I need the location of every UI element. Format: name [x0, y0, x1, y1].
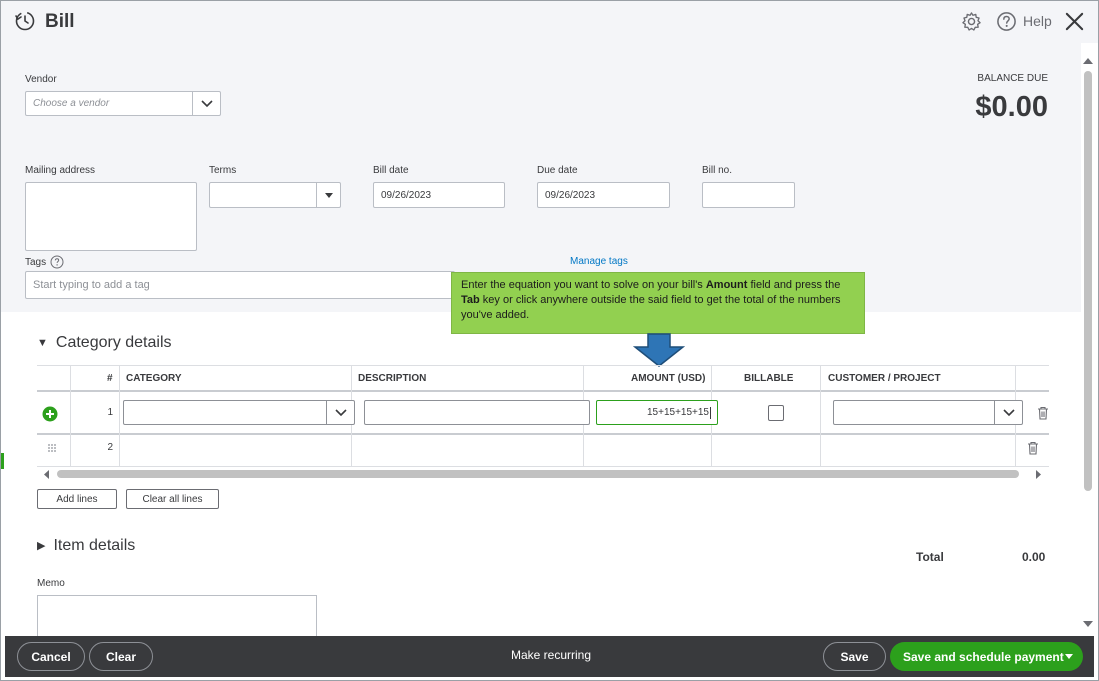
text-cursor — [710, 406, 711, 419]
callout-text-1: Enter the equation you want to solve on … — [461, 279, 706, 291]
scroll-left-icon[interactable] — [43, 470, 51, 479]
terms-label: Terms — [209, 165, 237, 176]
add-row-icon[interactable] — [42, 406, 58, 422]
collapse-triangle-icon: ▼ — [37, 337, 48, 349]
terms-select[interactable] — [209, 182, 341, 208]
row-number: 1 — [107, 407, 113, 418]
chevron-down-icon — [1002, 408, 1015, 416]
total-value: 0.00 — [1022, 550, 1046, 564]
scroll-up-icon[interactable] — [1083, 57, 1093, 64]
save-and-schedule-payment-button[interactable]: Save and schedule payment — [890, 642, 1083, 671]
col-customer-project: CUSTOMER / PROJECT — [828, 372, 941, 384]
pointer-arrow-icon — [633, 333, 685, 367]
memo-field[interactable] — [37, 595, 317, 641]
total-label: Total — [916, 550, 944, 564]
vendor-label: Vendor — [25, 74, 57, 85]
trash-icon[interactable] — [1037, 406, 1049, 420]
mailing-address-field[interactable] — [25, 182, 197, 251]
customer-project-select[interactable] — [833, 400, 1023, 425]
trash-icon[interactable] — [1027, 441, 1039, 455]
bill-no-field[interactable] — [702, 182, 795, 208]
make-recurring-button[interactable]: Make recurring — [511, 648, 591, 662]
page-title: Bill — [45, 11, 75, 32]
bill-date-field[interactable]: 09/26/2023 — [373, 182, 505, 208]
callout-text-2: field and press the — [747, 279, 841, 291]
header-bar: Bill Help — [1, 1, 1098, 43]
col-amount: AMOUNT (USD) — [631, 372, 706, 384]
clear-all-lines-button[interactable]: Clear all lines — [126, 489, 219, 509]
horizontal-scrollbar[interactable] — [57, 470, 1019, 478]
vendor-select[interactable]: Choose a vendor — [25, 91, 221, 116]
close-icon[interactable] — [1064, 11, 1085, 32]
category-select[interactable] — [123, 400, 355, 425]
category-details-toggle[interactable]: ▼ Category details — [37, 334, 172, 352]
footer-bar: Cancel Clear Make recurring Save Save an… — [5, 636, 1094, 677]
due-date-label: Due date — [537, 165, 578, 176]
expand-triangle-icon: ▶ — [37, 540, 46, 552]
memo-label: Memo — [37, 578, 65, 589]
row-number: 2 — [107, 442, 113, 453]
row-1-divider — [37, 433, 1049, 435]
balance-due-amount: $0.00 — [975, 91, 1048, 123]
col-divider — [119, 365, 120, 466]
balance-due-label: BALANCE DUE — [977, 73, 1048, 84]
cancel-button[interactable]: Cancel — [17, 642, 85, 671]
manage-tags-link[interactable]: Manage tags — [570, 256, 628, 267]
col-divider — [820, 365, 821, 466]
vendor-dropdown-button[interactable] — [192, 92, 220, 115]
amount-value: 15+15+15+15 — [646, 407, 709, 418]
chevron-down-icon — [334, 408, 347, 416]
item-details-toggle[interactable]: ▶ Item details — [37, 537, 135, 555]
chevron-down-icon — [200, 99, 213, 107]
amount-input[interactable]: 15+15+15+15 — [596, 400, 718, 425]
callout-bold-amount: Amount — [705, 279, 748, 291]
col-divider — [70, 365, 71, 466]
category-dropdown-button[interactable] — [326, 401, 354, 424]
callout-text-3: key or click anywhere outside the said f… — [461, 294, 841, 321]
scroll-right-icon[interactable] — [1034, 470, 1042, 479]
category-details-title: Category details — [55, 334, 172, 351]
header-divider — [37, 390, 1049, 392]
col-billable: BILLABLE — [744, 372, 794, 384]
customer-dropdown-button[interactable] — [994, 401, 1022, 424]
item-details-title: Item details — [53, 537, 136, 554]
window-edge-marker — [1, 453, 4, 469]
add-lines-button[interactable]: Add lines — [37, 489, 117, 509]
gear-icon[interactable] — [961, 11, 982, 32]
scroll-down-icon[interactable] — [1083, 621, 1093, 628]
save-schedule-label: Save and schedule payment — [903, 649, 1064, 664]
due-date-field[interactable]: 09/26/2023 — [537, 182, 670, 208]
terms-dropdown-button[interactable] — [316, 183, 340, 207]
caret-down-icon — [1065, 653, 1073, 659]
description-input[interactable] — [364, 400, 590, 425]
caret-down-icon — [324, 192, 333, 198]
help-icon[interactable] — [996, 11, 1017, 32]
tags-placeholder: Start typing to add a tag — [33, 279, 150, 291]
tags-input[interactable]: Start typing to add a tag — [25, 271, 455, 299]
drag-handle-icon[interactable] — [47, 443, 57, 453]
callout-bold-tab: Tab — [461, 294, 480, 306]
col-category: CATEGORY — [126, 372, 182, 384]
tags-label: Tags — [25, 256, 47, 268]
save-options-dropdown[interactable] — [1061, 648, 1077, 664]
col-description: DESCRIPTION — [358, 372, 427, 384]
vertical-scrollbar[interactable] — [1084, 71, 1092, 491]
bill-window: Bill Help Vendor Choose a vendor BALANCE… — [0, 0, 1099, 681]
bill-no-label: Bill no. — [702, 165, 733, 176]
clear-button[interactable]: Clear — [89, 642, 153, 671]
row-2-divider — [37, 466, 1049, 467]
vendor-placeholder: Choose a vendor — [33, 98, 110, 109]
billable-checkbox[interactable] — [768, 405, 784, 421]
tags-help-icon[interactable] — [50, 255, 64, 269]
mailing-address-label: Mailing address — [25, 165, 96, 176]
help-label[interactable]: Help — [1023, 13, 1052, 29]
tags-label-group: Tags — [25, 255, 64, 269]
instruction-callout: Enter the equation you want to solve on … — [451, 272, 865, 334]
bill-date-label: Bill date — [373, 165, 409, 176]
bill-history-icon — [15, 11, 35, 31]
col-num: # — [107, 372, 113, 384]
table-top-border — [37, 365, 1049, 366]
save-button[interactable]: Save — [823, 642, 886, 671]
